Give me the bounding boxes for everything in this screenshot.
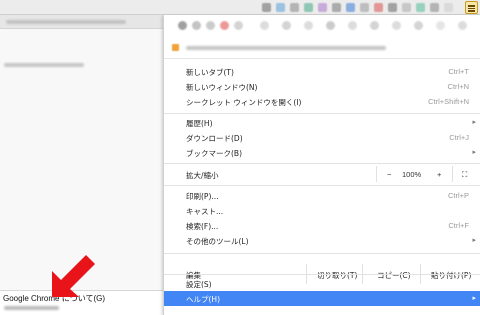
menu-item-label: 検索(F)... xyxy=(186,222,219,231)
menu-item-downloads[interactable]: ダウンロード(D) Ctrl+J xyxy=(164,130,480,146)
menu-item-label: 印刷(P)... xyxy=(186,192,219,201)
extension-icon[interactable] xyxy=(318,3,327,12)
extension-icon[interactable] xyxy=(276,3,285,12)
menu-item-shortcut: Ctrl+Shift+N xyxy=(428,97,469,106)
menu-item-help[interactable]: ヘルプ(H) ▸ xyxy=(164,291,480,306)
blurred-text xyxy=(4,63,84,67)
chevron-right-icon: ▸ xyxy=(472,148,476,156)
extension-icon[interactable] xyxy=(260,21,269,30)
extension-icon[interactable] xyxy=(220,21,229,30)
menu-zoom-row: 拡大/縮小 − 100% + ⛶ xyxy=(164,164,480,184)
browser-toolbar xyxy=(0,0,480,15)
menu-item-label: シークレット ウィンドウを開く(I) xyxy=(186,98,302,107)
menu-item-shortcut: Ctrl+T xyxy=(448,67,469,76)
menu-item-label: ダウンロード(D) xyxy=(186,134,243,143)
extension-icon[interactable] xyxy=(370,21,379,30)
plus-icon: + xyxy=(437,170,442,179)
menu-notice[interactable] xyxy=(164,37,480,59)
menu-item-cast[interactable]: キャスト... xyxy=(164,203,480,219)
zoom-level: 100% xyxy=(402,166,432,182)
menu-divider xyxy=(164,185,480,186)
extension-icon[interactable] xyxy=(416,3,425,12)
chrome-menu-button[interactable] xyxy=(465,1,478,14)
menu-item-label: キャスト... xyxy=(186,207,224,216)
menu-item-label: 新しいウィンドウ(N) xyxy=(186,83,258,92)
menu-item-find[interactable]: 検索(F)... Ctrl+F xyxy=(164,218,480,234)
hamburger-icon xyxy=(468,5,475,7)
extension-icon[interactable] xyxy=(304,3,313,12)
extension-icon[interactable] xyxy=(262,3,271,12)
menu-item-shortcut: Ctrl+F xyxy=(448,221,469,230)
minus-icon: − xyxy=(387,170,392,179)
extension-icon[interactable] xyxy=(458,21,467,30)
blurred-text xyxy=(6,20,126,24)
menu-item-label: 新しいタブ(T) xyxy=(186,68,234,77)
chevron-right-icon: ▸ xyxy=(472,294,476,302)
extension-icon[interactable] xyxy=(374,3,383,12)
extension-icon[interactable] xyxy=(388,3,397,12)
blurred-text xyxy=(4,306,59,310)
menu-item-label: ヘルプ(H) xyxy=(186,295,220,304)
extension-icon[interactable] xyxy=(290,3,299,12)
menu-divider xyxy=(164,113,480,114)
menu-extension-icons xyxy=(164,15,480,37)
menu-item-shortcut: Ctrl+P xyxy=(447,191,469,200)
extension-icon[interactable] xyxy=(332,3,341,12)
extension-icon[interactable] xyxy=(444,3,453,12)
menu-item-print[interactable]: 印刷(P)... Ctrl+P xyxy=(164,188,480,204)
menu-item-shortcut: Ctrl+J xyxy=(449,133,469,142)
extension-icon[interactable] xyxy=(414,21,423,30)
zoom-label: 拡大/縮小 xyxy=(186,171,219,180)
menu-item-label: 履歴(H) xyxy=(186,119,213,128)
background-tab-bar xyxy=(0,15,163,29)
extension-icon[interactable] xyxy=(348,21,357,30)
extension-icon[interactable] xyxy=(392,21,401,30)
menu-divider xyxy=(164,253,480,254)
hamburger-icon-bar xyxy=(468,7,475,9)
extension-icon[interactable] xyxy=(436,21,445,30)
menu-divider xyxy=(164,274,480,275)
extension-icon[interactable] xyxy=(206,21,215,30)
zoom-value: 100% xyxy=(402,170,422,179)
extension-icon[interactable] xyxy=(192,21,201,30)
menu-item-bookmarks[interactable]: ブックマーク(B) ▸ xyxy=(164,145,480,161)
red-arrow-icon xyxy=(52,255,95,297)
menu-item-shortcut: Ctrl+N xyxy=(447,82,469,91)
extension-icon[interactable] xyxy=(234,21,243,30)
menu-item-history[interactable]: 履歴(H) ▸ xyxy=(164,115,480,131)
chevron-right-icon: ▸ xyxy=(472,118,476,126)
extension-icon[interactable] xyxy=(360,3,369,12)
menu-item-more-tools[interactable]: その他のツール(L) ▸ xyxy=(164,233,480,249)
menu-item-new-tab[interactable]: 新しいタブ(T) Ctrl+T xyxy=(164,64,480,80)
extension-icon[interactable] xyxy=(282,21,291,30)
fullscreen-icon: ⛶ xyxy=(462,170,468,179)
menu-item-new-window[interactable]: 新しいウィンドウ(N) Ctrl+N xyxy=(164,79,480,95)
zoom-in-button[interactable]: + xyxy=(432,166,452,182)
extension-icon[interactable] xyxy=(346,3,355,12)
zoom-out-button[interactable]: − xyxy=(376,166,402,182)
menu-item-incognito[interactable]: シークレット ウィンドウを開く(I) Ctrl+Shift+N xyxy=(164,94,480,110)
extension-icon[interactable] xyxy=(304,21,313,30)
menu-item-label: その他のツール(L) xyxy=(186,237,249,246)
hamburger-icon-bar xyxy=(468,10,475,12)
menu-item-settings[interactable]: 設定(S) xyxy=(164,276,480,292)
warning-icon xyxy=(172,44,179,51)
menu-item-label: 設定(S) xyxy=(186,280,212,289)
extension-icon[interactable] xyxy=(178,21,187,30)
chrome-menu: 新しいタブ(T) Ctrl+T 新しいウィンドウ(N) Ctrl+N シークレッ… xyxy=(163,15,480,315)
chevron-right-icon: ▸ xyxy=(472,236,476,244)
menu-item-label: ブックマーク(B) xyxy=(186,149,242,158)
blurred-text xyxy=(186,46,386,50)
fullscreen-button[interactable]: ⛶ xyxy=(452,166,480,182)
extension-icon[interactable] xyxy=(430,3,439,12)
extension-icon[interactable] xyxy=(326,21,335,30)
extension-icon[interactable] xyxy=(402,3,411,12)
